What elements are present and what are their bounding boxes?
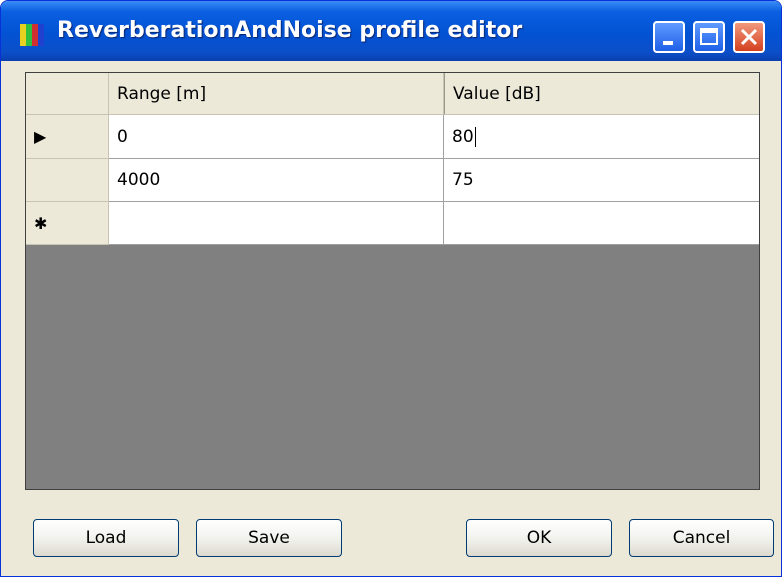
value-cell-editing[interactable]: 80 <box>444 115 759 159</box>
close-button[interactable] <box>733 21 765 53</box>
minimize-icon <box>663 41 673 45</box>
text-caret <box>474 126 476 147</box>
ok-button[interactable]: OK <box>466 519 612 557</box>
profile-editor-window: ReverberationAndNoise profile editor Ran… <box>0 0 782 577</box>
grid-header: Range [m] Value [dB] <box>26 73 759 115</box>
value-cell[interactable]: 75 <box>444 159 759 202</box>
row-selector[interactable]: ✱ <box>26 202 109 245</box>
title-bar[interactable]: ReverberationAndNoise profile editor <box>1 1 781 61</box>
cancel-button[interactable]: Cancel <box>629 519 774 557</box>
app-icon <box>20 24 44 46</box>
range-cell[interactable]: 4000 <box>109 159 444 202</box>
load-button[interactable]: Load <box>33 519 179 557</box>
table-row[interactable]: ▶ 0 80 <box>26 115 759 159</box>
minimize-button[interactable] <box>653 21 685 53</box>
value-cell[interactable] <box>444 202 759 245</box>
table-row[interactable]: 4000 75 <box>26 159 759 202</box>
column-header-value[interactable]: Value [dB] <box>444 73 759 115</box>
maximize-icon <box>700 28 718 45</box>
profile-grid[interactable]: Range [m] Value [dB] ▶ 0 80 4000 75 ✱ <box>25 72 760 490</box>
range-cell[interactable] <box>109 202 444 245</box>
maximize-button[interactable] <box>693 21 725 53</box>
row-selector[interactable] <box>26 159 109 202</box>
header-corner[interactable] <box>26 73 109 115</box>
new-row[interactable]: ✱ <box>26 202 759 245</box>
current-row-icon: ▶ <box>34 127 47 146</box>
save-button[interactable]: Save <box>196 519 342 557</box>
window-title: ReverberationAndNoise profile editor <box>57 18 523 43</box>
range-cell[interactable]: 0 <box>109 115 444 159</box>
close-icon <box>740 28 758 46</box>
value-cell-text: 80 <box>452 126 474 147</box>
row-selector[interactable]: ▶ <box>26 115 109 159</box>
dialog-body: Range [m] Value [dB] ▶ 0 80 4000 75 ✱ Lo… <box>5 61 779 574</box>
new-row-icon: ✱ <box>34 213 48 233</box>
column-header-range[interactable]: Range [m] <box>109 73 444 115</box>
